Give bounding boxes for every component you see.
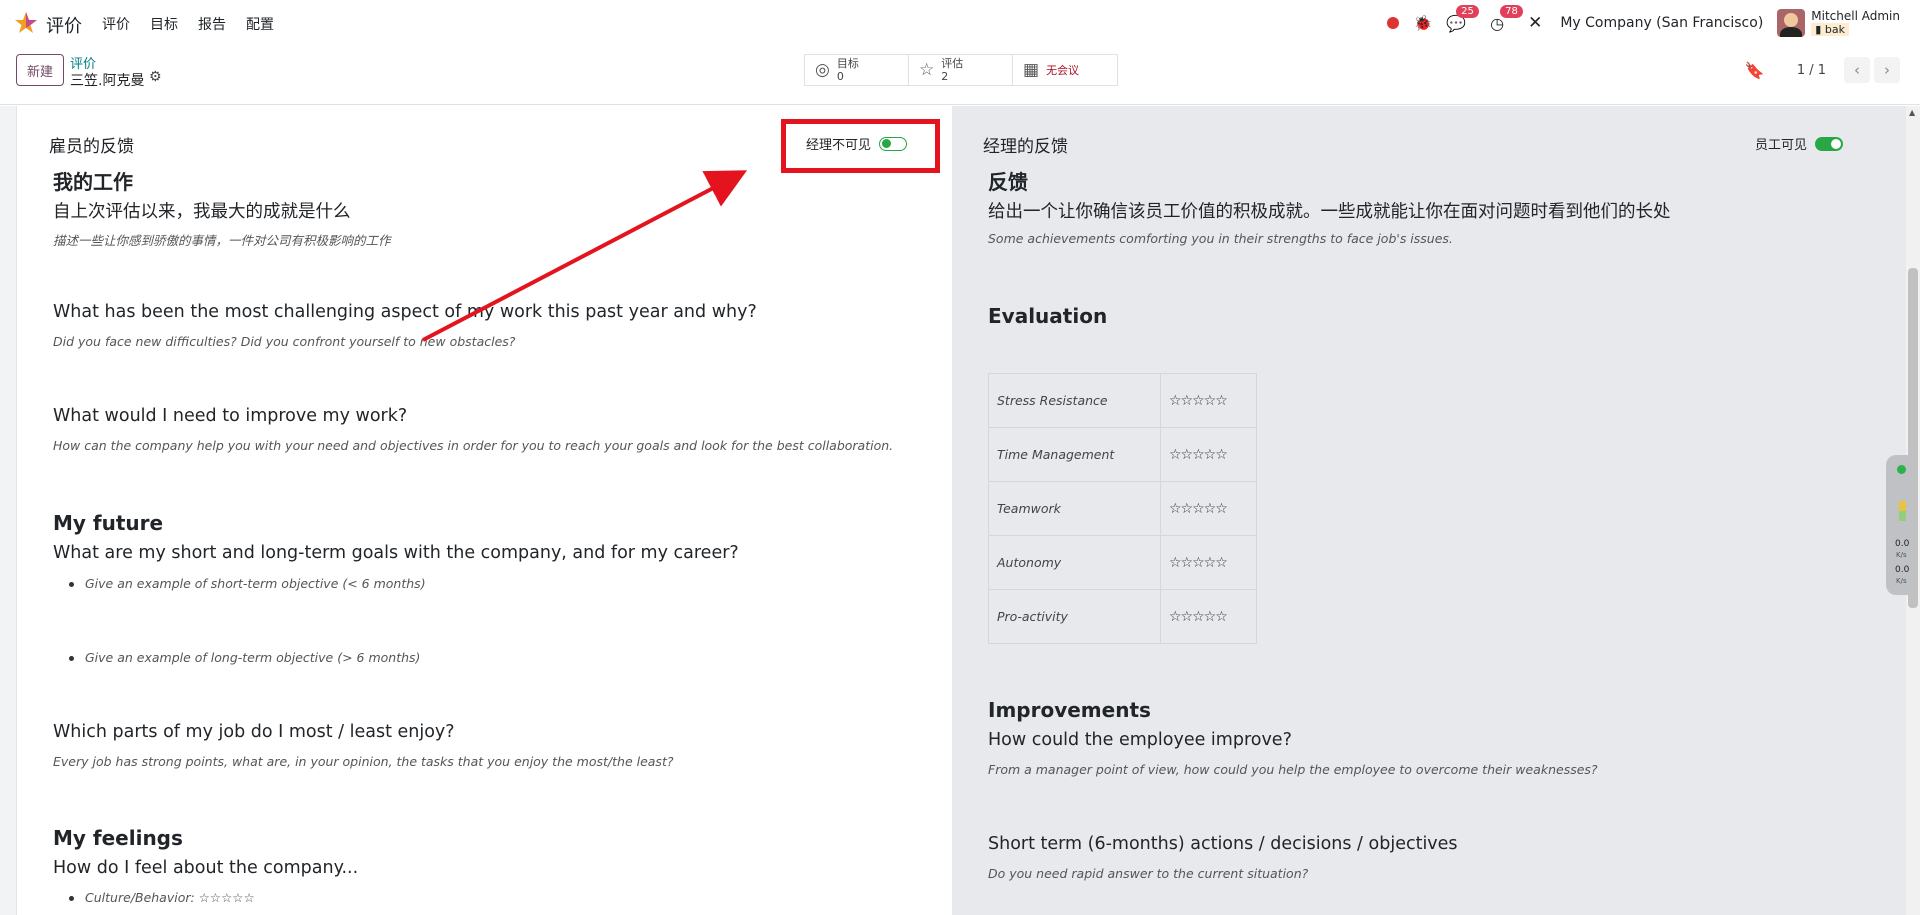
hint-improve: How can the company help you with your n…: [53, 438, 894, 453]
upload-speed: 0.0: [1895, 539, 1910, 549]
status-dot-icon: [1897, 465, 1906, 474]
eval-label: Stress Resistance: [988, 373, 1161, 428]
bullseye-icon: ◎: [815, 60, 830, 80]
question-improve: What would I need to improve my work?: [53, 406, 408, 426]
employee-visibility-toggle[interactable]: 员工可见: [1755, 134, 1844, 153]
toggle-label: 员工可见: [1755, 138, 1808, 153]
breadcrumb-current: 三笠.阿克曼: [70, 73, 145, 89]
bullet-short-term: Give an example of short-term objective …: [69, 576, 426, 591]
section-evaluation: Evaluation: [988, 304, 1108, 328]
question-short-term-actions: Short term (6-months) actions / decision…: [988, 834, 1458, 854]
smart-buttons: ◎ 目标 0 ☆ 评估 2 ▦ 无会议: [804, 54, 1118, 86]
user-name: Mitchell Admin: [1811, 9, 1900, 23]
bug-icon[interactable]: 🐞: [1413, 14, 1432, 32]
table-row: Teamwork ☆☆☆☆☆: [988, 481, 1257, 536]
messages-icon[interactable]: 💬 25: [1446, 4, 1479, 33]
hint-enjoy: Every job has strong points, what are, i…: [53, 754, 674, 769]
record-icon[interactable]: [1387, 17, 1400, 29]
scroll-up-arrow-icon[interactable]: ▲: [1909, 108, 1915, 117]
menu-item-goals[interactable]: 目标: [150, 14, 188, 34]
bookmark-icon[interactable]: 🔖: [1745, 61, 1765, 80]
appraisals-smart-button[interactable]: ☆ 评估 2: [909, 55, 1013, 85]
avatar[interactable]: [1777, 9, 1806, 37]
load-bar-icon: [1899, 501, 1906, 511]
bullet-culture: Culture/Behavior: ☆☆☆☆☆: [69, 890, 255, 905]
eval-label: Teamwork: [988, 481, 1161, 536]
goals-smart-button[interactable]: ◎ 目标 0: [805, 55, 909, 85]
pager-prev-button[interactable]: ‹: [1844, 57, 1870, 83]
bullet-long-term: Give an example of long-term objective (…: [68, 650, 421, 665]
question-goals: What are my short and long-term goals wi…: [53, 543, 739, 563]
new-button[interactable]: 新建: [16, 54, 64, 86]
employee-feedback-title: 雇员的反馈: [49, 137, 134, 157]
hint-employee-improve: From a manager point of view, how could …: [988, 762, 1598, 777]
app-name[interactable]: 评价: [46, 12, 82, 38]
question-positive-achievement: 给出一个让你确信该员工价值的积极成就。一些成就能让你在面对问题时看到他们的长处: [988, 202, 1671, 222]
hint-positive-achievement: Some achievements comforting you in thei…: [988, 231, 1453, 246]
table-row: Time Management ☆☆☆☆☆: [988, 427, 1257, 482]
db-name: ▮ bak: [1811, 23, 1849, 36]
section-my-future: My future: [53, 511, 164, 535]
eval-stars[interactable]: ☆☆☆☆☆: [1160, 535, 1257, 590]
menu-item-configuration[interactable]: 配置: [246, 14, 284, 34]
load-bar-icon: [1899, 511, 1906, 521]
table-row: Autonomy ☆☆☆☆☆: [988, 535, 1257, 590]
highlight-box: [781, 119, 940, 173]
pager: 🔖 1 / 1 ‹ ›: [1745, 57, 1900, 83]
question-employee-improve: How could the employee improve?: [988, 730, 1292, 750]
question-feel-company: How do I feel about the company...: [53, 858, 359, 878]
hint-achievement: 描述一些让你感到骄傲的事情，一件对公司有积极影响的工作: [53, 233, 391, 248]
manager-feedback-title: 经理的反馈: [983, 137, 1068, 157]
section-my-work: 我的工作: [53, 170, 133, 194]
toggle-switch[interactable]: [1815, 136, 1844, 151]
table-row: Pro-activity ☆☆☆☆☆: [988, 589, 1257, 644]
upload-unit: K/s: [1896, 551, 1907, 559]
user-menu[interactable]: Mitchell Admin ▮ bak: [1811, 10, 1900, 36]
star-half-icon: ☆: [919, 60, 935, 80]
menu-item-reports[interactable]: 报告: [198, 14, 236, 34]
hint-short-term-actions: Do you need rapid answer to the current …: [988, 866, 1309, 881]
activities-icon[interactable]: ◷ 78: [1490, 4, 1523, 33]
tools-icon[interactable]: ✕: [1528, 13, 1542, 33]
top-navbar: 评价 评价 目标 报告 配置 🐞 💬 25 ◷ 78 ✕ My Company (S…: [0, 0, 1920, 45]
download-speed: 0.0: [1895, 565, 1910, 575]
question-achievement: 自上次评估以来，我最大的成就是什么: [53, 202, 351, 222]
control-panel: 新建 评价 三笠.阿克曼 ⚙ ◎ 目标 0 ☆ 评估 2 ▦ 无会议 🔖 1 / 1…: [0, 45, 1920, 105]
eval-stars[interactable]: ☆☆☆☆☆: [1160, 373, 1257, 428]
eval-stars[interactable]: ☆☆☆☆☆: [1160, 427, 1257, 482]
question-enjoy: Which parts of my job do I most / least …: [53, 722, 455, 742]
activities-badge: 78: [1500, 4, 1523, 18]
section-my-feelings: My feelings: [53, 826, 183, 850]
app-logo-icon[interactable]: [14, 11, 38, 35]
section-feedback: 反馈: [988, 170, 1028, 194]
eval-label: Time Management: [988, 427, 1161, 482]
pager-value[interactable]: 1 / 1: [1797, 63, 1826, 78]
messages-badge: 25: [1456, 4, 1479, 18]
eval-label: Autonomy: [988, 535, 1161, 590]
gear-icon[interactable]: ⚙: [149, 69, 162, 85]
eval-label: Pro-activity: [988, 589, 1161, 644]
download-unit: K/s: [1896, 577, 1907, 585]
systray: 🐞 💬 25 ◷ 78 ✕ My Company (San Francisco) M…: [1387, 4, 1900, 38]
hint-challenging: Did you face new difficulties? Did you c…: [53, 334, 516, 349]
meeting-smart-button[interactable]: ▦ 无会议: [1013, 55, 1117, 85]
eval-stars[interactable]: ☆☆☆☆☆: [1160, 481, 1257, 536]
table-row: Stress Resistance ☆☆☆☆☆: [988, 373, 1257, 428]
eval-stars[interactable]: ☆☆☆☆☆: [1160, 589, 1257, 644]
menu-item-appraisals[interactable]: 评价: [102, 14, 140, 34]
pager-next-button[interactable]: ›: [1874, 57, 1900, 83]
question-challenging: What has been the most challenging aspec…: [53, 302, 757, 322]
company-switcher[interactable]: My Company (San Francisco): [1560, 15, 1763, 31]
network-monitor: 0.0 K/s 0.0 K/s: [1886, 455, 1912, 595]
evaluation-table: Stress Resistance ☆☆☆☆☆ Time Management …: [988, 373, 1257, 644]
calendar-icon: ▦: [1023, 60, 1040, 80]
section-improvements: Improvements: [988, 698, 1151, 722]
main-menu: 评价 目标 报告 配置: [102, 14, 294, 34]
